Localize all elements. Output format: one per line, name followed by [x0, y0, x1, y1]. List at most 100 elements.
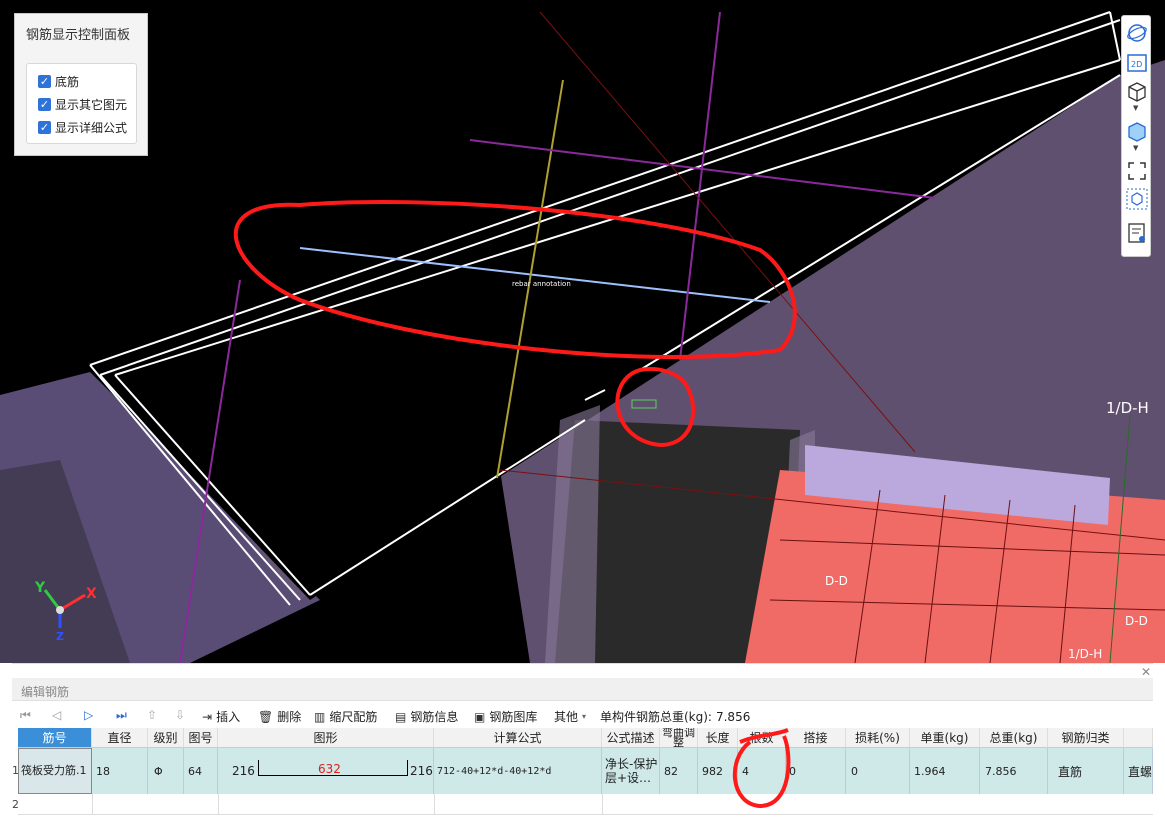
first-record-icon[interactable]: ⏮	[20, 708, 31, 723]
shape-right-value: 216	[410, 764, 433, 778]
cell-total-weight[interactable]: 7.856	[980, 748, 1048, 794]
panel-title: 编辑钢筋	[21, 685, 70, 699]
insert-label: 插入	[216, 710, 241, 724]
next-record-icon[interactable]: ▷	[84, 708, 93, 722]
panel-header: 编辑钢筋	[12, 678, 1153, 701]
last-record-icon[interactable]: ⏭	[116, 708, 127, 723]
move-down-icon[interactable]: ⇩	[175, 708, 185, 722]
insert-icon: ⇥	[202, 709, 213, 724]
svg-text:2D: 2D	[1131, 60, 1142, 69]
cell-count[interactable]: 4	[738, 748, 786, 794]
cell-grade[interactable]: Φ	[148, 748, 184, 794]
delete-label: 删除	[277, 710, 302, 724]
cell-category[interactable]: 直筋	[1048, 748, 1124, 794]
prev-record-icon[interactable]: ◁	[52, 708, 61, 722]
header-unit-weight[interactable]: 单重(kg)	[910, 728, 980, 748]
option-show-other-elements[interactable]: ✓ 显示其它图元	[38, 95, 127, 113]
control-options-box: ✓ 底筋 ✓ 显示其它图元 ✓ 显示详细公式	[26, 63, 137, 144]
cube-view-icon[interactable]	[1126, 80, 1148, 102]
cell-loss[interactable]: 0	[846, 748, 910, 794]
2d-view-icon[interactable]: 2D	[1126, 52, 1148, 74]
header-extra[interactable]	[1124, 728, 1153, 748]
row-divider	[434, 794, 435, 814]
header-category[interactable]: 钢筋归类	[1048, 728, 1124, 748]
rebar-info-label: 钢筋信息	[410, 710, 459, 724]
dropdown-arrow-icon[interactable]: ▼	[1133, 104, 1138, 112]
cell-diameter[interactable]: 18	[92, 748, 148, 794]
axis-y-label: Y	[34, 580, 46, 596]
grid-axis-label: 1/D-H	[1106, 399, 1149, 417]
header-formula[interactable]: 计算公式	[434, 728, 602, 748]
checkbox-checked-icon[interactable]: ✓	[38, 74, 51, 88]
header-total-weight[interactable]: 总重(kg)	[980, 728, 1048, 748]
header-grade[interactable]: 级别	[148, 728, 184, 748]
header-formula-desc[interactable]: 公式描述	[602, 728, 660, 748]
option-label: 显示详细公式	[55, 120, 128, 135]
cell-shape-no[interactable]: 64	[184, 748, 218, 794]
header-shape-no[interactable]: 图号	[184, 728, 218, 748]
row-divider	[602, 794, 603, 814]
cell-shape[interactable]: 216 632 216	[218, 748, 434, 794]
move-up-icon[interactable]: ⇧	[147, 708, 157, 722]
rebar-info-button[interactable]: ▤ 钢筋信息	[395, 708, 458, 725]
edit-rebar-panel: ✕ 编辑钢筋 ⏮ ◁ ▷ ⏭ ⇧ ⇩ ⇥ 插入 🗑 删除 ▥ 缩尺配筋 ▤ 钢筋…	[12, 663, 1153, 826]
other-menu-button[interactable]: 其他 ▾	[554, 708, 586, 725]
cube-solid-icon[interactable]	[1126, 120, 1148, 142]
cell-formula-desc[interactable]: 净长-保护层+设…	[602, 748, 660, 794]
control-panel-title: 钢筋显示控制面板	[26, 28, 131, 43]
rebar-library-label: 钢筋图库	[489, 710, 538, 724]
option-show-detailed-formula[interactable]: ✓ 显示详细公式	[38, 118, 127, 136]
header-loss[interactable]: 损耗(%)	[846, 728, 910, 748]
fullscreen-icon[interactable]	[1126, 160, 1148, 182]
rebar-library-button[interactable]: ▣ 钢筋图库	[474, 708, 537, 725]
scale-rebar-button[interactable]: ▥ 缩尺配筋	[314, 708, 377, 725]
header-length[interactable]: 长度	[698, 728, 738, 748]
total-weight-display: 单构件钢筋总重(kg): 7.856	[600, 708, 750, 725]
header-shape[interactable]: 图形	[218, 728, 434, 748]
checkbox-checked-icon[interactable]: ✓	[38, 97, 51, 111]
chevron-down-icon: ▾	[582, 712, 587, 721]
report-icon[interactable]	[1126, 222, 1148, 244]
grid-label-dd-1: D-D	[825, 574, 848, 588]
cell-bar-no[interactable]: 筏板受力筋.1	[18, 748, 92, 794]
rebar-tiny-label: rebar annotation	[512, 280, 571, 288]
rebar-display-control-panel: 钢筋显示控制面板 ✓ 底筋 ✓ 显示其它图元 ✓ 显示详细公式	[14, 13, 148, 156]
other-label: 其他	[554, 710, 579, 724]
3d-viewport[interactable]: rebar annotation Y X Z 1/D-H D-D D-D 1/D…	[0, 0, 1165, 663]
header-lap[interactable]: 搭接	[786, 728, 846, 748]
empty-row[interactable]	[18, 794, 1153, 815]
rebar-3d-scene[interactable]: rebar annotation Y X Z 1/D-H D-D D-D 1/D…	[0, 0, 1165, 663]
insert-button[interactable]: ⇥ 插入	[202, 708, 240, 725]
grid-label-dh: 1/D-H	[1068, 647, 1102, 661]
cell-bend-adjust[interactable]: 82	[660, 748, 698, 794]
library-icon: ▣	[474, 709, 486, 724]
delete-button[interactable]: 🗑 删除	[258, 708, 301, 725]
shape-left-value: 216	[232, 764, 255, 778]
option-label: 底筋	[55, 74, 80, 89]
option-label: 显示其它图元	[55, 97, 128, 112]
info-list-icon: ▤	[395, 709, 407, 724]
shape-mid-value: 632	[318, 762, 341, 776]
ruler-icon: ▥	[314, 709, 326, 724]
dropdown-arrow-icon[interactable]: ▼	[1133, 144, 1138, 152]
option-bottom-rebar[interactable]: ✓ 底筋	[38, 72, 79, 90]
cell-length[interactable]: 982	[698, 748, 738, 794]
grid-label-dd-2: D-D	[1125, 614, 1148, 628]
axis-z-label: Z	[56, 630, 64, 643]
checkbox-checked-icon[interactable]: ✓	[38, 120, 51, 134]
cell-lap[interactable]: 0	[786, 748, 846, 794]
scale-rebar-label: 缩尺配筋	[329, 710, 378, 724]
cell-formula[interactable]: 712-40+12*d-40+12*d	[434, 748, 602, 794]
trash-icon: 🗑	[258, 709, 274, 724]
3d-box-icon[interactable]	[1126, 188, 1148, 210]
header-count[interactable]: 根数	[738, 728, 786, 748]
orbit-icon[interactable]	[1126, 22, 1148, 44]
row-divider	[218, 794, 219, 814]
cell-unit-weight[interactable]: 1.964	[910, 748, 980, 794]
rebar-table: 筋号 直径(mm) 级别 图号 图形 计算公式 公式描述 弯曲调整 长度 根数 …	[12, 728, 1153, 826]
header-bend-adjust[interactable]: 弯曲调整	[660, 728, 698, 748]
header-diameter[interactable]: 直径(mm)	[92, 728, 148, 748]
close-icon[interactable]: ✕	[1141, 665, 1151, 679]
header-bar-no[interactable]: 筋号	[18, 728, 92, 748]
cell-extra[interactable]: 直螺	[1124, 748, 1153, 794]
